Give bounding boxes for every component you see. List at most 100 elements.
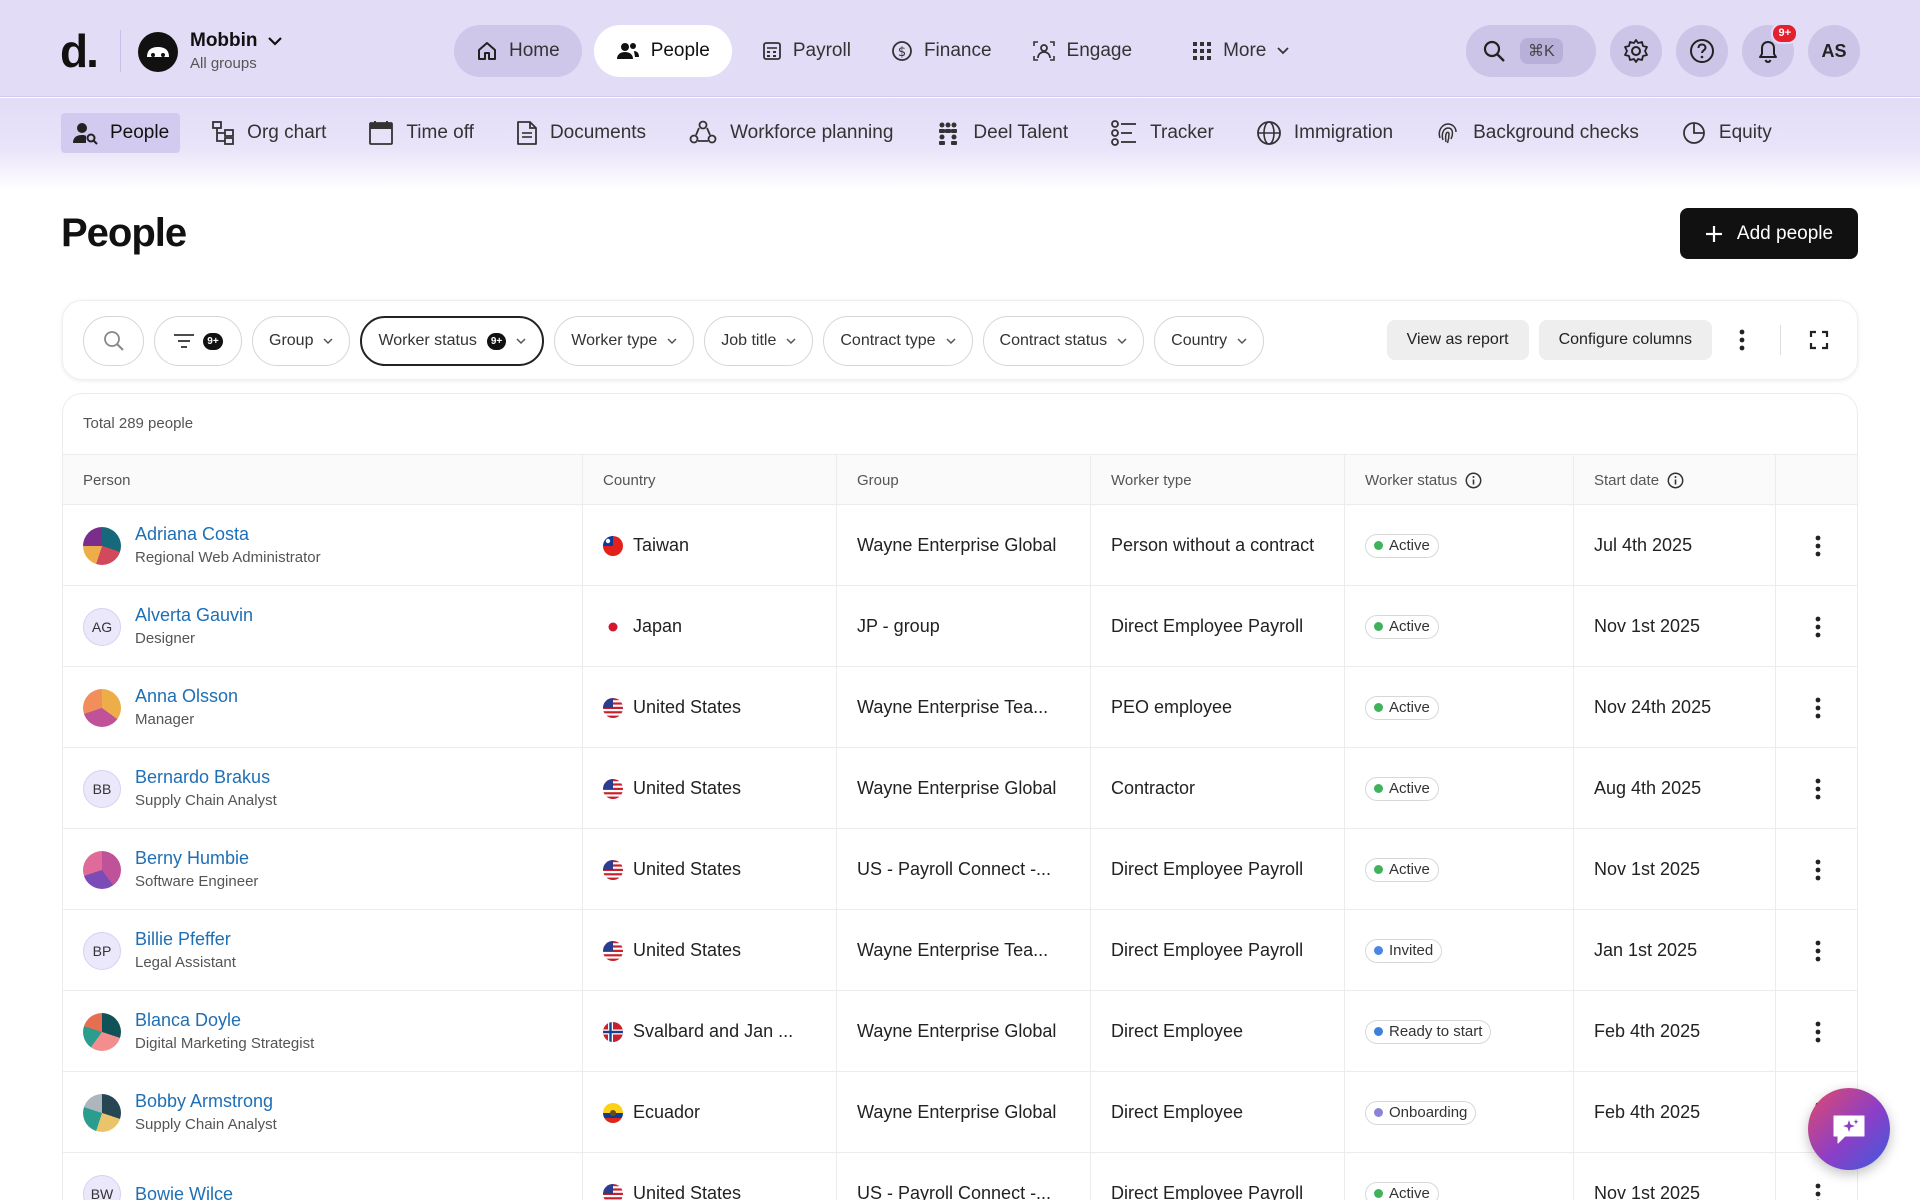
table-header: Person Country Group Worker type Worker … bbox=[63, 454, 1857, 506]
subnav-org-chart[interactable]: Org chart bbox=[200, 113, 337, 153]
person-name-link[interactable]: Alverta Gauvin bbox=[135, 604, 253, 626]
person-job-title: Supply Chain Analyst bbox=[135, 1116, 277, 1133]
row-actions-button[interactable] bbox=[1776, 667, 1857, 748]
column-header-country[interactable]: Country bbox=[583, 455, 837, 506]
kebab-icon bbox=[1815, 778, 1821, 800]
person-name-link[interactable]: Bowie Wilce bbox=[135, 1183, 233, 1200]
filter-worker-status[interactable]: Worker status 9+ bbox=[360, 316, 545, 366]
subnav-equity[interactable]: Equity bbox=[1670, 113, 1783, 153]
nav-engage[interactable]: Engage bbox=[1012, 25, 1153, 77]
view-as-report-button[interactable]: View as report bbox=[1386, 320, 1529, 360]
person-name-link[interactable]: Blanca Doyle bbox=[135, 1009, 314, 1031]
table-row[interactable]: Adriana Costa Regional Web Administrator T… bbox=[63, 505, 1857, 586]
nav-people[interactable]: People bbox=[593, 25, 732, 77]
status-badge: Invited bbox=[1365, 938, 1443, 963]
start-date: Jul 4th 2025 bbox=[1594, 535, 1693, 555]
start-date: Aug 4th 2025 bbox=[1594, 778, 1702, 798]
org-subtitle: All groups bbox=[190, 55, 257, 72]
subnav-workforce-planning[interactable]: Workforce planning bbox=[677, 113, 904, 153]
table-row[interactable]: AG Alverta Gauvin Designer Japan JP - group D… bbox=[63, 586, 1857, 667]
deel-logo[interactable]: d. bbox=[60, 28, 99, 74]
country-flag-icon bbox=[603, 1102, 623, 1123]
configure-columns-button[interactable]: Configure columns bbox=[1538, 320, 1712, 360]
subnav-org-chart-label: Org chart bbox=[247, 122, 327, 143]
info-icon[interactable] bbox=[1465, 472, 1482, 489]
user-avatar[interactable]: AS bbox=[1808, 25, 1860, 77]
country-cell: United States bbox=[583, 829, 837, 910]
ai-assistant-button[interactable] bbox=[1808, 1088, 1890, 1170]
row-actions-button[interactable] bbox=[1776, 829, 1857, 910]
group-cell: Wayne Enterprise Tea... bbox=[837, 667, 1091, 748]
table-row[interactable]: Berny Humbie Software Engineer United Stat… bbox=[63, 829, 1857, 910]
global-search-button[interactable]: ⌘K bbox=[1466, 25, 1596, 77]
filter-contract-status[interactable]: Contract status bbox=[982, 316, 1145, 366]
person-name-link[interactable]: Bernardo Brakus bbox=[135, 766, 277, 788]
worker-type-cell: Direct Employee Payroll bbox=[1091, 910, 1345, 991]
column-header-start-date[interactable]: Start date bbox=[1574, 455, 1776, 506]
filter-job-title[interactable]: Job title bbox=[704, 316, 814, 366]
help-button[interactable] bbox=[1676, 25, 1728, 77]
row-actions-button[interactable] bbox=[1776, 505, 1857, 586]
column-header-group[interactable]: Group bbox=[837, 455, 1091, 506]
start-date-cell: Jan 1st 2025 bbox=[1574, 910, 1776, 991]
subnav-immigration[interactable]: Immigration bbox=[1245, 113, 1404, 153]
nav-finance[interactable]: $ Finance bbox=[871, 25, 1012, 77]
filters-button[interactable]: 9+ bbox=[154, 316, 242, 366]
table-row[interactable]: BB Bernardo Brakus Supply Chain Analyst Uni… bbox=[63, 748, 1857, 829]
nav-payroll[interactable]: Payroll bbox=[742, 25, 871, 77]
status-dot bbox=[1374, 1189, 1383, 1198]
avatar: AG bbox=[83, 607, 121, 646]
group-name: Wayne Enterprise Global bbox=[857, 1102, 1057, 1122]
subnav-tracker[interactable]: Tracker bbox=[1099, 113, 1225, 153]
status-label: Active bbox=[1389, 861, 1430, 878]
table-search-button[interactable] bbox=[83, 316, 144, 366]
row-actions-button[interactable] bbox=[1776, 991, 1857, 1072]
notifications-button[interactable]: 9+ bbox=[1742, 23, 1798, 77]
filter-worker-type[interactable]: Worker type bbox=[554, 316, 695, 366]
avatar bbox=[83, 526, 121, 565]
person-name-link[interactable]: Bobby Armstrong bbox=[135, 1090, 277, 1112]
fullscreen-button[interactable] bbox=[1799, 320, 1839, 360]
person-cell: Adriana Costa Regional Web Administrator bbox=[63, 505, 583, 586]
subnav-deel-talent[interactable]: Deel Talent bbox=[924, 113, 1079, 153]
table-row[interactable]: BW Bowie Wilce United States US - Payroll C… bbox=[63, 1153, 1857, 1200]
subnav-people[interactable]: People bbox=[61, 113, 181, 153]
worker-type-cell: Person without a contract bbox=[1091, 505, 1345, 586]
worker-type-cell: Direct Employee bbox=[1091, 991, 1345, 1072]
column-header-worker-type[interactable]: Worker type bbox=[1091, 455, 1345, 506]
row-actions-button[interactable] bbox=[1776, 586, 1857, 667]
filter-group[interactable]: Group bbox=[252, 316, 351, 366]
subnav-background-checks[interactable]: Background checks bbox=[1424, 113, 1650, 153]
info-icon[interactable] bbox=[1667, 472, 1684, 489]
filter-contract-type[interactable]: Contract type bbox=[823, 316, 973, 366]
person-cell: Bobby Armstrong Supply Chain Analyst bbox=[63, 1072, 583, 1153]
filter-country[interactable]: Country bbox=[1154, 316, 1265, 366]
subnav-time-off[interactable]: Time off bbox=[357, 113, 485, 153]
group-name: Wayne Enterprise Global bbox=[857, 1021, 1057, 1041]
column-header-worker-status[interactable]: Worker status bbox=[1345, 455, 1574, 506]
org-switcher[interactable]: Mobbin All groups bbox=[138, 30, 282, 74]
table-row[interactable]: BP Billie Pfeffer Legal Assistant United St… bbox=[63, 910, 1857, 991]
group-name: Wayne Enterprise Tea... bbox=[857, 697, 1049, 717]
status-dot bbox=[1374, 1108, 1383, 1117]
row-actions-button[interactable] bbox=[1776, 910, 1857, 991]
nav-more[interactable]: More bbox=[1172, 25, 1309, 77]
table-row[interactable]: Anna Olsson Manager United States Wayne Ent… bbox=[63, 667, 1857, 748]
table-row[interactable]: Blanca Doyle Digital Marketing Strategist… bbox=[63, 991, 1857, 1072]
group-name: US - Payroll Connect -... bbox=[857, 1183, 1052, 1200]
subnav-documents[interactable]: Documents bbox=[505, 113, 657, 153]
table-row[interactable]: Bobby Armstrong Supply Chain Analyst Ecuad… bbox=[63, 1072, 1857, 1153]
add-people-button[interactable]: Add people bbox=[1680, 208, 1858, 259]
more-options-button[interactable] bbox=[1722, 320, 1762, 360]
person-name-link[interactable]: Billie Pfeffer bbox=[135, 928, 236, 950]
person-job-title: Digital Marketing Strategist bbox=[135, 1035, 315, 1052]
person-name-link[interactable]: Adriana Costa bbox=[135, 523, 321, 545]
settings-button[interactable] bbox=[1610, 25, 1662, 77]
column-header-person[interactable]: Person bbox=[63, 455, 583, 506]
person-name-link[interactable]: Anna Olsson bbox=[135, 685, 238, 707]
nav-home[interactable]: Home bbox=[454, 25, 582, 77]
row-actions-button[interactable] bbox=[1776, 748, 1857, 829]
person-name-link[interactable]: Berny Humbie bbox=[135, 847, 258, 869]
worker-status-cell: Active bbox=[1345, 1153, 1574, 1200]
status-badge: Active bbox=[1365, 614, 1439, 639]
